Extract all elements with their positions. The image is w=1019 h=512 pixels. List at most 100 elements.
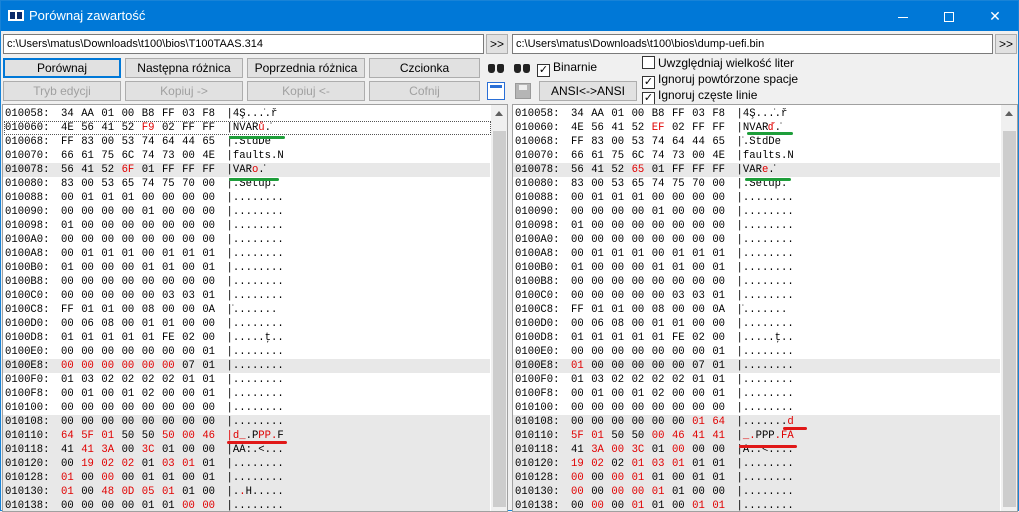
hex-byte[interactable]: FF (692, 163, 712, 177)
hex-byte[interactable]: 56 (571, 163, 591, 177)
hex-byte[interactable]: FF (571, 135, 591, 149)
hex-byte[interactable]: 01 (182, 373, 202, 387)
hex-byte[interactable]: 00 (571, 191, 591, 205)
hex-byte[interactable]: 00 (122, 317, 142, 331)
hex-byte[interactable]: 00 (692, 443, 712, 457)
right-hex-row[interactable]: 0100F0: 01 03 02 02 02 02 01 01 |........ (513, 373, 1000, 387)
hex-byte[interactable]: 00 (591, 415, 611, 429)
hex-byte[interactable]: 00 (182, 205, 202, 219)
hex-byte[interactable]: AA (81, 107, 101, 121)
hex-byte[interactable]: 01 (202, 457, 222, 471)
hex-byte[interactable]: EF (652, 121, 672, 135)
hex-byte[interactable]: 00 (162, 233, 182, 247)
hex-byte[interactable]: 00 (672, 443, 692, 457)
hex-byte[interactable]: 00 (142, 359, 162, 373)
hex-byte[interactable]: 00 (182, 191, 202, 205)
hex-byte[interactable]: 00 (672, 387, 692, 401)
hex-byte[interactable]: 6C (632, 149, 652, 163)
hex-byte[interactable]: 00 (571, 387, 591, 401)
hex-byte[interactable]: 00 (611, 135, 631, 149)
hex-byte[interactable]: 00 (61, 401, 81, 415)
hex-byte[interactable]: 00 (692, 275, 712, 289)
hex-byte[interactable]: B8 (142, 107, 162, 121)
left-hex-row[interactable]: 0100D0: 00 06 08 00 01 01 00 00 |........ (3, 317, 490, 331)
right-hex-row[interactable]: 0100D0: 00 06 08 00 01 01 00 00 |........ (513, 317, 1000, 331)
hex-byte[interactable]: FF (672, 163, 692, 177)
hex-byte[interactable]: 73 (672, 149, 692, 163)
hex-byte[interactable]: 00 (202, 275, 222, 289)
encoding-button[interactable]: ANSI<->ANSI (539, 81, 637, 101)
hex-byte[interactable]: 03 (692, 107, 712, 121)
hex-byte[interactable]: 00 (591, 359, 611, 373)
left-hex-row[interactable]: 010108: 00 00 00 00 00 00 00 00 |........ (3, 415, 490, 429)
right-hex-row[interactable]: 010088: 00 01 01 01 00 00 00 00 |........ (513, 191, 1000, 205)
right-hex-row[interactable]: 010070: 66 61 75 6C 74 73 00 4E |faults.N (513, 149, 1000, 163)
hex-byte[interactable]: 01 (61, 485, 81, 499)
right-hex-row[interactable]: 0100C8:FF0101000800000A|̇....... (513, 303, 1000, 317)
hex-byte[interactable]: FF (712, 121, 732, 135)
scroll-up-icon[interactable] (495, 111, 503, 116)
hex-byte[interactable]: 56 (591, 121, 611, 135)
hex-byte[interactable]: 00 (81, 485, 101, 499)
hex-byte[interactable]: 00 (632, 233, 652, 247)
hex-byte[interactable]: 08 (101, 317, 121, 331)
right-scrollbar[interactable] (1001, 105, 1017, 511)
hex-byte[interactable]: 00 (632, 415, 652, 429)
hex-byte[interactable]: 00 (162, 275, 182, 289)
hex-byte[interactable]: 00 (611, 359, 631, 373)
hex-byte[interactable]: 01 (61, 373, 81, 387)
hex-byte[interactable]: 00 (571, 345, 591, 359)
hex-byte[interactable]: 0A (712, 303, 732, 317)
hex-byte[interactable]: 70 (692, 177, 712, 191)
hex-byte[interactable]: 00 (122, 275, 142, 289)
hex-byte[interactable]: 00 (591, 177, 611, 191)
hex-byte[interactable]: 00 (632, 205, 652, 219)
hex-byte[interactable]: 3A (591, 443, 611, 457)
hex-byte[interactable]: 00 (61, 415, 81, 429)
hex-byte[interactable]: 00 (101, 387, 121, 401)
hex-byte[interactable]: 02 (122, 373, 142, 387)
hex-byte[interactable]: 01 (162, 485, 182, 499)
hex-byte[interactable]: 00 (692, 485, 712, 499)
hex-byte[interactable]: 65 (122, 177, 142, 191)
hex-byte[interactable]: 00 (182, 149, 202, 163)
hex-byte[interactable]: 00 (571, 317, 591, 331)
hex-byte[interactable]: 65 (632, 163, 652, 177)
hex-byte[interactable]: 02 (652, 387, 672, 401)
hex-byte[interactable]: 00 (101, 135, 121, 149)
hex-byte[interactable]: 00 (182, 429, 202, 443)
hex-byte[interactable]: 00 (162, 205, 182, 219)
hex-byte[interactable]: 00 (652, 429, 672, 443)
hex-byte[interactable]: 3A (101, 443, 121, 457)
hex-byte[interactable]: 01 (571, 331, 591, 345)
hex-byte[interactable]: 00 (61, 205, 81, 219)
left-hex-row[interactable]: 010120: 00 19 02 02 01 03 01 01 |........ (3, 457, 490, 471)
title-bar[interactable]: Porównaj zawartość ✕ (1, 1, 1018, 31)
hex-byte[interactable]: 00 (202, 331, 222, 345)
hex-byte[interactable]: 00 (712, 177, 732, 191)
hex-byte[interactable]: 34 (61, 107, 81, 121)
hex-byte[interactable]: 00 (692, 345, 712, 359)
hex-byte[interactable]: 01 (122, 331, 142, 345)
hex-byte[interactable]: 5F (571, 429, 591, 443)
hex-byte[interactable]: 02 (142, 387, 162, 401)
hex-byte[interactable]: FF (182, 163, 202, 177)
left-hex-row[interactable]: 0100E8: 00 00 00 00 00 00 07 01 |........ (3, 359, 490, 373)
hex-byte[interactable]: 01 (652, 471, 672, 485)
hex-byte[interactable]: 00 (591, 233, 611, 247)
hex-byte[interactable]: 00 (712, 317, 732, 331)
hex-byte[interactable]: 00 (122, 205, 142, 219)
hex-byte[interactable]: 01 (672, 317, 692, 331)
hex-byte[interactable]: 01 (182, 247, 202, 261)
hex-byte[interactable]: 41 (712, 429, 732, 443)
hex-byte[interactable]: 01 (571, 373, 591, 387)
hex-byte[interactable]: 00 (712, 219, 732, 233)
left-hex-row[interactable]: 010100: 00 00 00 00 00 00 00 00 |........ (3, 401, 490, 415)
hex-byte[interactable]: 00 (652, 247, 672, 261)
hex-byte[interactable]: 01 (571, 359, 591, 373)
hex-byte[interactable]: 00 (101, 233, 121, 247)
hex-byte[interactable]: 01 (162, 317, 182, 331)
hex-byte[interactable]: 00 (202, 415, 222, 429)
hex-byte[interactable]: 00 (122, 499, 142, 511)
hex-byte[interactable]: 00 (122, 219, 142, 233)
